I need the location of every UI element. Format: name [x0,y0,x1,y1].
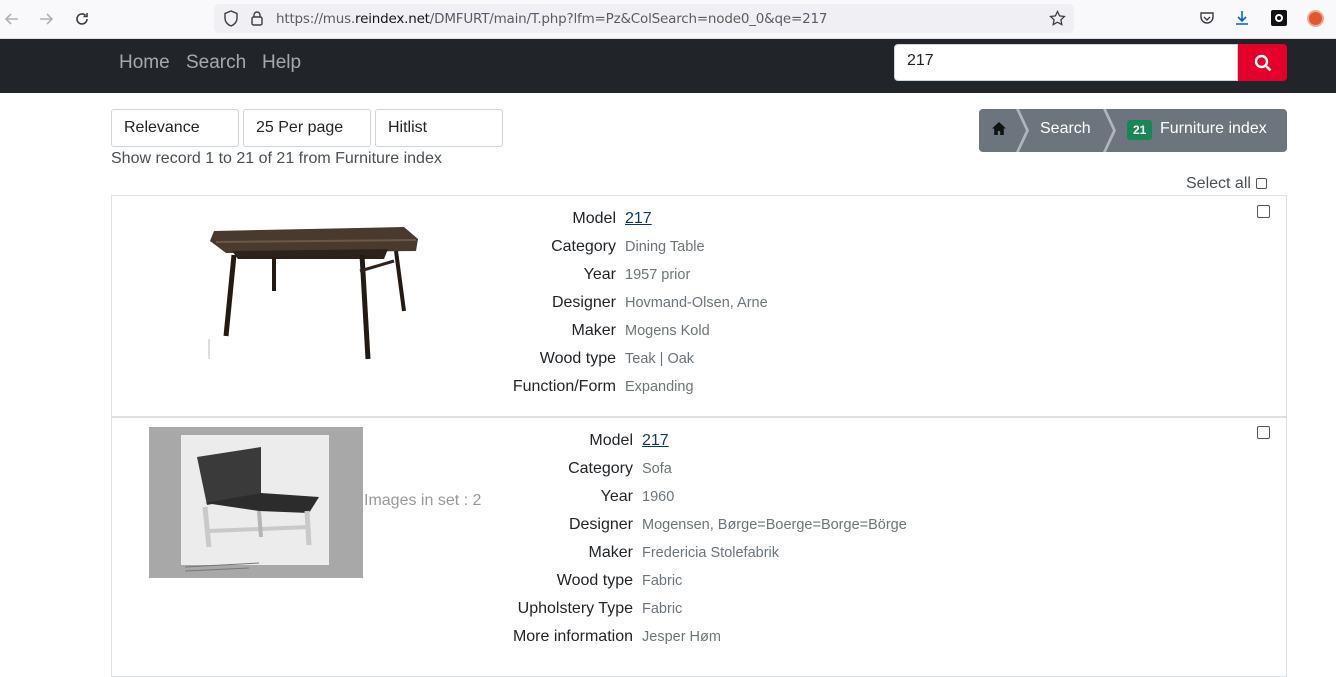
shield-icon[interactable] [223,10,239,32]
browser-toolbar: https://mus.reindex.net/DMFURT/main/T.ph… [0,0,1336,39]
field-value: Jesper Høm [642,629,721,645]
breadcrumb-separator-icon [1103,109,1116,152]
download-icon[interactable] [1232,8,1252,28]
record-checkbox[interactable] [1257,426,1270,439]
dining-table-photo[interactable] [208,211,422,361]
bookmark-star-icon[interactable] [1049,9,1066,32]
view-select[interactable]: Hitlist [375,109,503,147]
nav-home[interactable]: Home [119,52,170,74]
field-value: Mogens Kold [625,323,710,339]
record-checkbox[interactable] [1257,205,1270,218]
field-label: Model [589,432,633,449]
breadcrumb-search[interactable]: Search [1040,120,1091,138]
search-input[interactable]: 217 [894,44,1238,81]
model-link[interactable]: 217 [642,432,669,450]
url-domain: reindex.net [355,11,430,27]
field-value: Fredericia Stolefabrik [642,545,779,561]
url-path: /DMFURT/main/T.php?lfm=Pz&ColSearch=node… [429,11,828,27]
search-icon [1254,54,1271,71]
pocket-icon[interactable] [1197,8,1217,28]
forward-arrow-icon[interactable] [35,8,57,30]
select-all-label[interactable]: Select all [1186,175,1251,193]
field-label: Year [583,266,616,283]
nav-help[interactable]: Help [262,52,301,74]
field-label: Category [551,238,616,255]
field-label: Upholstery Type [517,600,633,617]
record-card: Images in set : 2 Model 217 Category Sof… [111,417,1287,677]
field-value: 1960 [642,489,675,505]
field-label: Year [600,488,633,505]
sofa-photo[interactable] [149,427,363,578]
nav-search[interactable]: Search [186,52,246,74]
images-in-set: Images in set : 2 [364,492,482,509]
breadcrumb: Search 21 Furniture index [979,109,1287,152]
breadcrumb-index[interactable]: Furniture index [1160,120,1267,138]
back-arrow-icon[interactable] [1,8,23,30]
home-icon[interactable] [991,121,1007,141]
field-value: 1957 prior [625,267,691,283]
sort-select[interactable]: Relevance [111,109,239,147]
field-label: Category [568,460,633,477]
search-button[interactable] [1238,44,1287,81]
reload-icon[interactable] [71,8,93,30]
field-value: Hovmand-Olsen, Arne [625,295,768,311]
field-value: Dining Table [625,239,705,255]
field-value: Mogensen, Børge=Boerge=Borge=Börge [642,517,907,533]
url-text[interactable]: https://mus.reindex.net/DMFURT/main/T.ph… [276,11,827,27]
field-value: Fabric [642,601,683,617]
field-value: Expanding [625,379,694,395]
field-label: Maker [588,544,633,561]
lock-icon[interactable] [250,10,264,31]
record-count: Show record 1 to 21 of 21 from Furniture… [111,150,442,167]
extension-icon[interactable] [1269,8,1289,28]
model-link[interactable]: 217 [625,210,652,228]
field-value: Teak | Oak [625,351,695,367]
field-label: Wood type [539,350,616,367]
select-all-checkbox[interactable] [1256,178,1267,189]
field-label: Function/Form [512,378,616,395]
field-label: Wood type [556,572,633,589]
field-label: Model [572,210,616,227]
field-label: Designer [568,516,633,533]
field-label: More information [512,628,633,645]
field-value: Sofa [642,461,672,477]
breadcrumb-separator-icon [1016,109,1029,152]
duckduckgo-icon[interactable] [1305,8,1325,28]
record-card: Model 217 Category Dining Table Year 195… [111,195,1287,417]
field-value: Fabric [642,573,683,589]
url-prefix: https://mus. [276,11,356,27]
field-label: Maker [571,322,616,339]
per-page-select[interactable]: 25 Per page [243,109,371,147]
field-label: Designer [551,294,616,311]
address-bar[interactable]: https://mus.reindex.net/DMFURT/main/T.ph… [214,4,1074,33]
result-count-badge: 21 [1127,120,1153,140]
